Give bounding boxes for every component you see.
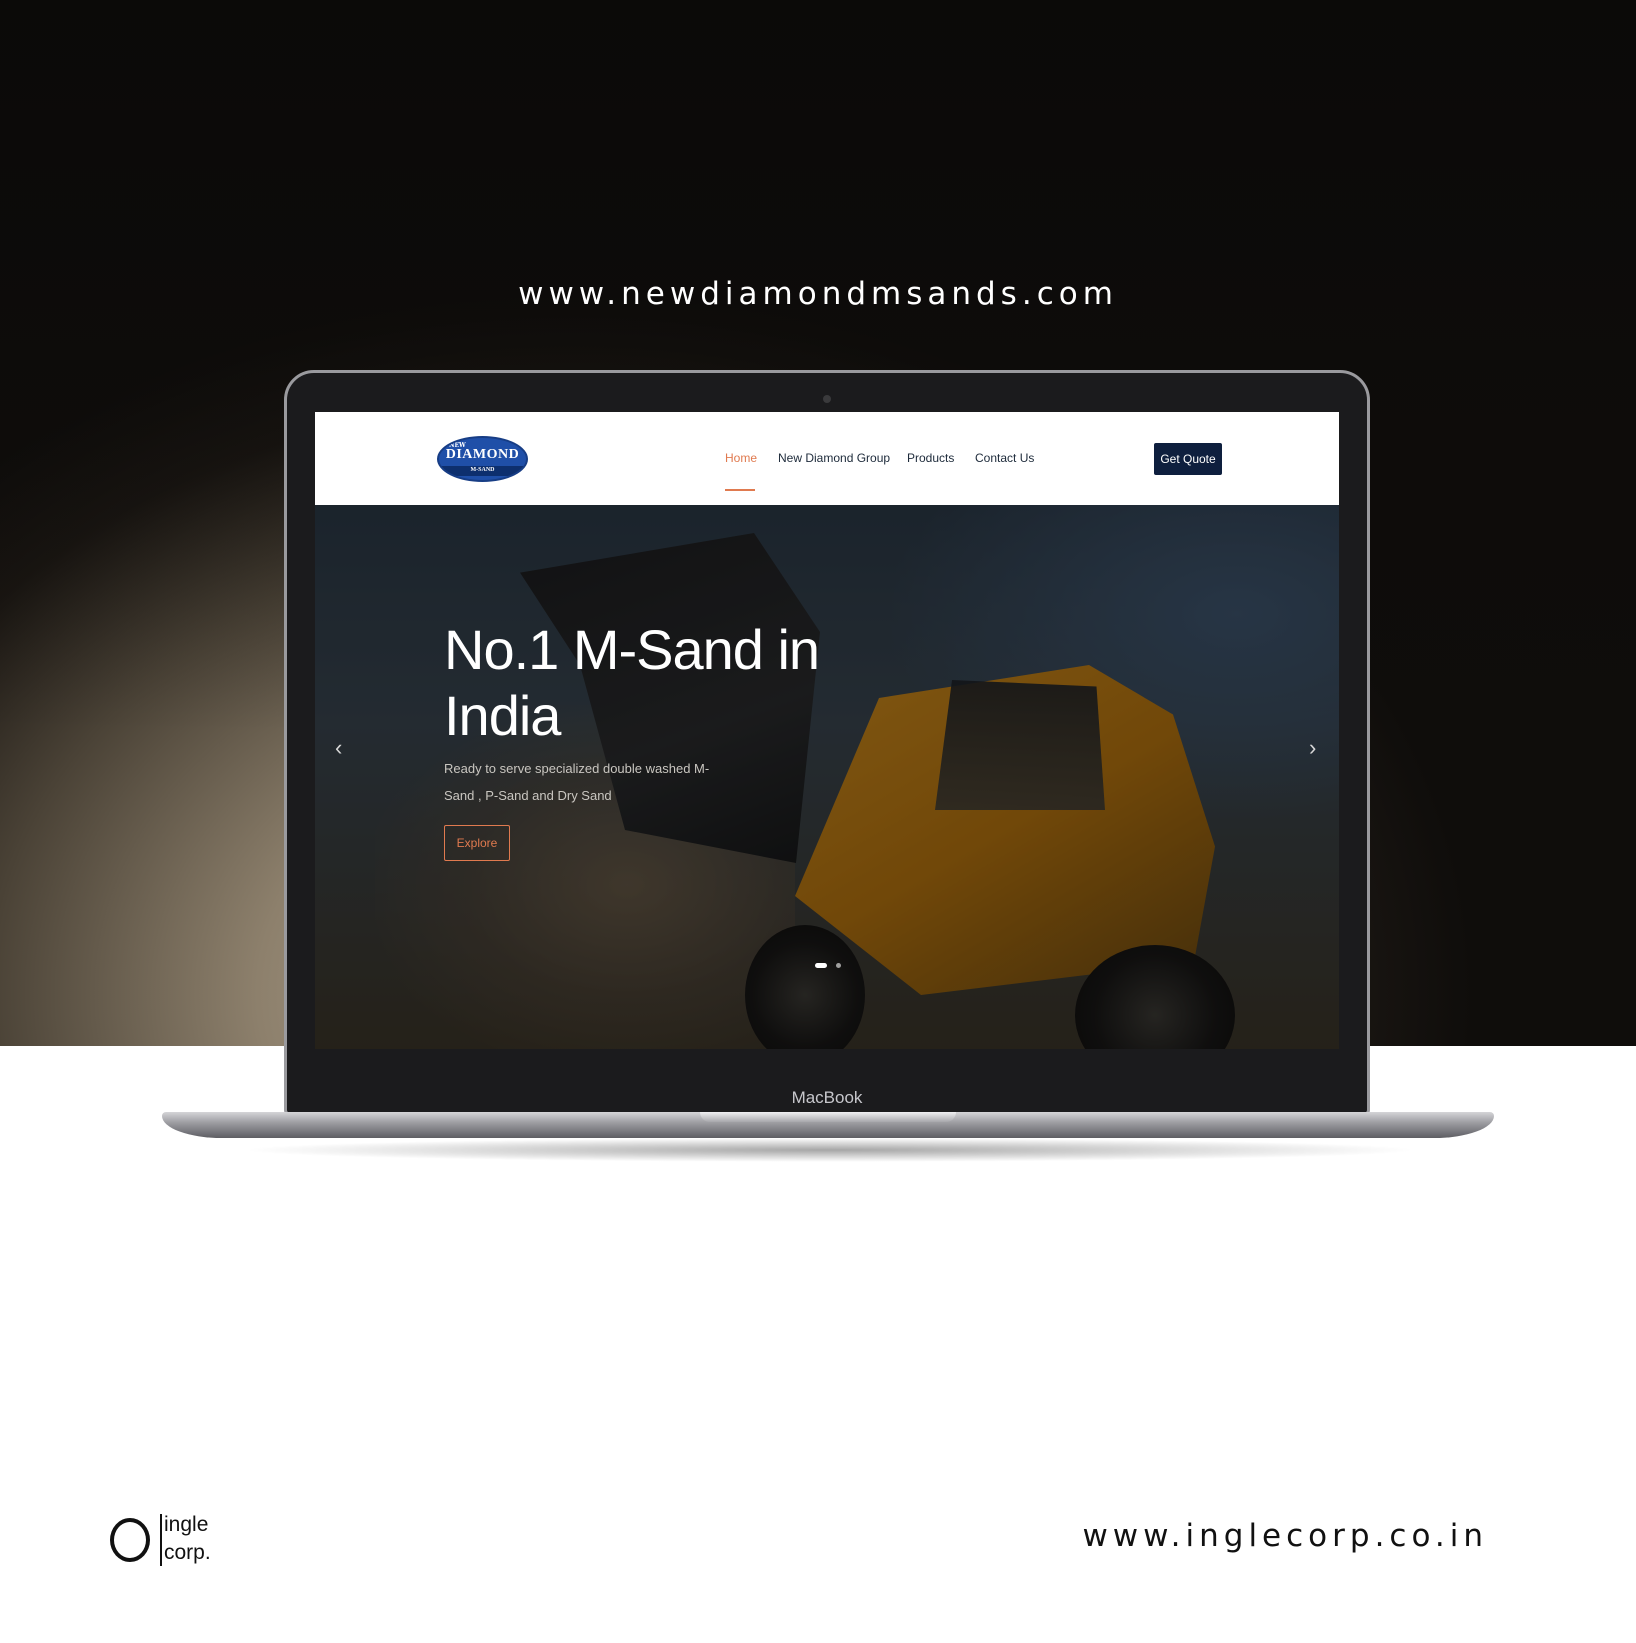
nav-home[interactable]: Home bbox=[725, 451, 757, 465]
laptop-notch bbox=[700, 1112, 956, 1122]
site-navbar: NEW DIAMOND M-SAND Home New Diamond Grou… bbox=[315, 412, 1339, 505]
hero-subtitle: Ready to serve specialized double washed… bbox=[444, 761, 710, 803]
site-logo[interactable]: NEW DIAMOND M-SAND bbox=[437, 436, 528, 482]
slide-indicator[interactable] bbox=[836, 963, 841, 968]
hero-slider: No.1 M-Sand in India Ready to serve spec… bbox=[315, 505, 1339, 1049]
nav-active-underline bbox=[725, 489, 755, 491]
logo-sub-text: M-SAND bbox=[470, 467, 495, 473]
nav-contact-us[interactable]: Contact Us bbox=[975, 451, 1034, 465]
chevron-left-icon[interactable]: ‹ bbox=[335, 735, 342, 761]
explore-button[interactable]: Explore bbox=[444, 825, 510, 861]
site-url-caption: www.newdiamondmsands.com bbox=[518, 276, 1118, 312]
logo-word-ingle: ingle bbox=[164, 1513, 209, 1536]
logo-main-text: DIAMOND bbox=[445, 447, 520, 462]
hero-title: No.1 M-Sand in India bbox=[444, 618, 820, 747]
logo-word-corp: corp. bbox=[164, 1541, 211, 1564]
camera-icon bbox=[823, 395, 831, 403]
nav-new-diamond-group[interactable]: New Diamond Group bbox=[778, 451, 890, 465]
ingle-corp-logo: ingle corp. bbox=[110, 1510, 226, 1570]
website-screen: NEW DIAMOND M-SAND Home New Diamond Grou… bbox=[315, 412, 1339, 1049]
agency-url: www.inglecorp.co.in bbox=[1082, 1518, 1488, 1554]
ingle-mark-icon bbox=[110, 1518, 150, 1562]
device-label: MacBook bbox=[791, 1088, 863, 1107]
logo-divider bbox=[160, 1514, 162, 1566]
slide-indicator-active[interactable] bbox=[815, 963, 827, 968]
chevron-right-icon[interactable]: › bbox=[1309, 735, 1316, 761]
nav-products[interactable]: Products bbox=[907, 451, 954, 465]
get-quote-button[interactable]: Get Quote bbox=[1154, 443, 1222, 475]
laptop-shadow bbox=[240, 1138, 1420, 1162]
